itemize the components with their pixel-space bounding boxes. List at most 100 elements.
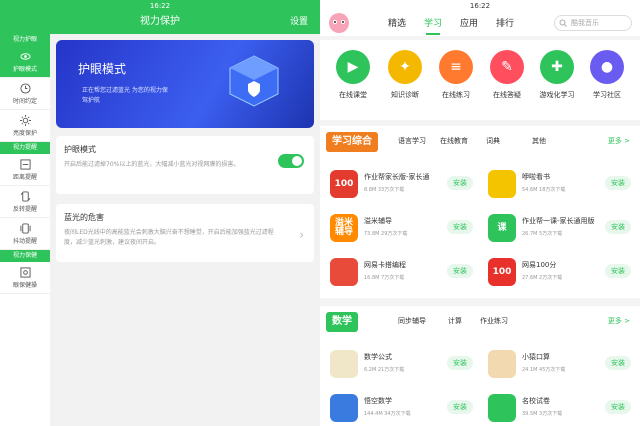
install-button[interactable]: 安装 bbox=[605, 264, 631, 278]
section-tab[interactable]: 语言学习 bbox=[398, 136, 426, 146]
sidebar-item-label: 抖动提醒 bbox=[12, 237, 37, 245]
puzzle-icon: ✚ bbox=[540, 50, 574, 84]
app-item[interactable]: 数学公式 6.2M 21万次下载 安装 bbox=[324, 346, 479, 386]
page-title: 视力保护 bbox=[140, 16, 180, 27]
install-button[interactable]: 安装 bbox=[447, 356, 473, 370]
eye-mode-card: 护眼模式 开启后能过滤掉70%以上的蓝光，大幅减小蓝光对视网膜的损害。 bbox=[56, 136, 314, 194]
section-tab[interactable]: 词典 bbox=[486, 136, 500, 146]
sidebar-item-label: 时间约定 bbox=[12, 97, 37, 105]
app-icon: 100 bbox=[330, 170, 358, 198]
sidebar-item-reverse[interactable]: 反转提醒 bbox=[0, 186, 50, 218]
settings-button[interactable]: 设置 bbox=[290, 12, 308, 32]
sidebar-item-eye-mode[interactable]: 护眼模式 bbox=[0, 46, 50, 78]
card-title: 护眼模式 bbox=[64, 145, 96, 154]
app-size: 6.2M bbox=[364, 367, 377, 373]
eye-mode-banner: 护眼模式 正在帮您过滤蓝光 为您的视力保驾护航 bbox=[56, 40, 314, 128]
install-button[interactable]: 安装 bbox=[447, 176, 473, 190]
sidebar-item-brightness[interactable]: 亮度保护 bbox=[0, 110, 50, 142]
chevron-right-icon: › bbox=[299, 228, 304, 242]
app-item[interactable]: 溢米 辅导 溢米辅导 73.8M 29万次下载 安装 bbox=[324, 210, 479, 250]
app-icon bbox=[488, 394, 516, 422]
sidebar-item-distance[interactable]: 距离提醒 bbox=[0, 154, 50, 186]
category-practice[interactable]: ≡ 在线练习 bbox=[431, 50, 481, 100]
app-size: 39.5M bbox=[522, 411, 538, 417]
sidebar-item-label: 亮度保护 bbox=[12, 129, 37, 137]
app-downloads: 7万次下载 bbox=[381, 275, 405, 281]
app-item[interactable]: 网易卡搭编程 16.8M 7万次下载 安装 bbox=[324, 254, 479, 294]
category-gamified[interactable]: ✚ 游戏化学习 bbox=[532, 50, 582, 100]
banner-subtitle: 正在帮您过滤蓝光 为您的视力保驾护航 bbox=[82, 87, 168, 104]
eye-mode-toggle[interactable] bbox=[278, 154, 304, 168]
app-item[interactable]: 课 作业帮一课-家长通用版 26.7M 5万次下载 安装 bbox=[482, 210, 637, 250]
category-label: 知识诊断 bbox=[391, 91, 419, 99]
app-item[interactable]: 名校试卷 39.5M 3万次下载 安装 bbox=[482, 390, 637, 426]
app-meta: 39.5M 3万次下载 bbox=[522, 410, 562, 417]
app-item[interactable]: 100 作业帮家长版-家长通 8.8M 33万次下载 安装 bbox=[324, 166, 479, 206]
card-description: 开启后能过滤掉70%以上的蓝光，大幅减小蓝光对视网膜的损害。 bbox=[64, 161, 240, 168]
app-name: 悟空数学 bbox=[364, 397, 392, 405]
app-icon: 100 bbox=[488, 258, 516, 286]
tab-learning[interactable]: 学习 bbox=[424, 16, 442, 35]
install-button[interactable]: 安装 bbox=[605, 400, 631, 414]
app-item[interactable]: 100 网易100分 27.6M 2万次下载 安装 bbox=[482, 254, 637, 294]
category-label: 学习社区 bbox=[593, 91, 621, 99]
app-store-panel: 16:22 精选 学习 应用 排行 酷我音乐 ▶ 在线课堂 ✦ 知识诊断 ≡ 在… bbox=[320, 0, 640, 426]
sidebar-item-label: 距离提醒 bbox=[12, 173, 37, 181]
clock-icon bbox=[19, 82, 31, 94]
sidebar-section-reminders: 视力提醒 bbox=[0, 142, 50, 154]
app-meta: 73.8M 29万次下载 bbox=[364, 230, 407, 237]
app-meta: 8.8M 33万次下载 bbox=[364, 186, 404, 193]
tab-ranking[interactable]: 排行 bbox=[496, 16, 514, 29]
install-button[interactable]: 安装 bbox=[605, 220, 631, 234]
app-downloads: 5万次下载 bbox=[539, 231, 563, 237]
category-online-class[interactable]: ▶ 在线课堂 bbox=[328, 50, 378, 100]
search-placeholder: 酷我音乐 bbox=[571, 19, 599, 27]
category-community[interactable]: ● 学习社区 bbox=[582, 50, 632, 100]
install-button[interactable]: 安装 bbox=[605, 176, 631, 190]
section-tab[interactable]: 计算 bbox=[448, 316, 462, 326]
app-icon bbox=[488, 350, 516, 378]
install-button[interactable]: 安装 bbox=[605, 356, 631, 370]
app-size: 16.8M bbox=[364, 275, 380, 281]
app-item[interactable]: 咿啦看书 54.6M 18万次下载 安装 bbox=[482, 166, 637, 206]
sidebar-item-time[interactable]: 时间约定 bbox=[0, 78, 50, 110]
tab-featured[interactable]: 精选 bbox=[388, 16, 406, 29]
section-tab[interactable]: 在线教育 bbox=[440, 136, 468, 146]
eye-protection-panel: 16:22 视力保护 设置 视力护眼 护眼模式 时间约定 亮度保护 视力提醒 距… bbox=[0, 0, 320, 426]
more-link[interactable]: 更多 > bbox=[608, 316, 630, 326]
app-item[interactable]: 悟空数学 144.4M 34万次下载 安装 bbox=[324, 390, 479, 426]
sidebar-section-eye-care: 视力护眼 bbox=[0, 34, 50, 46]
search-input[interactable]: 酷我音乐 bbox=[554, 15, 632, 31]
sidebar-item-exercise[interactable]: 眼保健操 bbox=[0, 262, 50, 294]
sidebar-item-label: 眼保健操 bbox=[12, 281, 37, 289]
app-meta: 54.6M 18万次下载 bbox=[522, 186, 565, 193]
category-qa[interactable]: ✎ 在线答疑 bbox=[482, 50, 532, 100]
tab-apps[interactable]: 应用 bbox=[460, 16, 478, 29]
rotate-icon bbox=[20, 190, 30, 202]
app-downloads: 3万次下载 bbox=[539, 411, 563, 417]
sidebar-item-jitter[interactable]: 抖动提醒 bbox=[0, 218, 50, 250]
app-name: 咿啦看书 bbox=[522, 173, 550, 181]
install-button[interactable]: 安装 bbox=[447, 220, 473, 234]
category-diagnosis[interactable]: ✦ 知识诊断 bbox=[380, 50, 430, 100]
app-meta: 144.4M 34万次下载 bbox=[364, 410, 411, 417]
more-link[interactable]: 更多 > bbox=[608, 136, 630, 146]
section-tab[interactable]: 同步辅导 bbox=[398, 316, 426, 326]
shake-icon bbox=[19, 222, 31, 234]
section-tab[interactable]: 其他 bbox=[532, 136, 546, 146]
blue-light-card[interactable]: 蓝光的危害 夜间LED光线中的高能蓝光会刺激大脑兴奋不想睡觉，开启后能加强蓝光过… bbox=[56, 204, 314, 262]
category-label: 在线练习 bbox=[442, 91, 470, 99]
shield-cube-illustration bbox=[229, 55, 279, 107]
card-title: 蓝光的危害 bbox=[64, 213, 104, 222]
install-button[interactable]: 安装 bbox=[447, 400, 473, 414]
video-icon: ▶ bbox=[336, 50, 370, 84]
status-bar: 16:22 bbox=[320, 0, 640, 12]
section-tab[interactable]: 作业练习 bbox=[480, 316, 508, 326]
install-button[interactable]: 安装 bbox=[447, 264, 473, 278]
sidebar: 视力护眼 护眼模式 时间约定 亮度保护 视力提醒 距离提醒 反转提醒 抖动提醒 … bbox=[0, 34, 50, 426]
mascot-avatar[interactable] bbox=[326, 10, 352, 34]
banner-title: 护眼模式 bbox=[78, 62, 127, 76]
section-badge: 数学 bbox=[326, 312, 358, 332]
eye-icon bbox=[19, 52, 31, 60]
app-item[interactable]: 小猿口算 24.1M 45万次下载 安装 bbox=[482, 346, 637, 386]
